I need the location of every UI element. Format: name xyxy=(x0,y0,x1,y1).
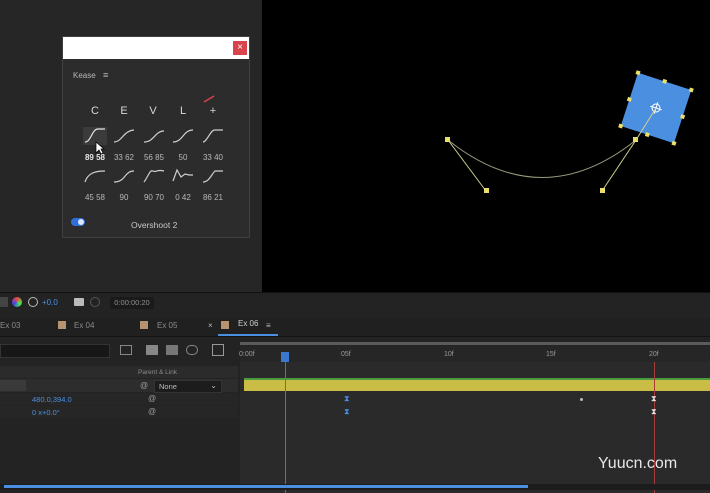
preset-value: 56 85 xyxy=(143,153,165,162)
comp-icon xyxy=(221,321,229,329)
bezier-handle xyxy=(600,188,605,193)
parent-value: None xyxy=(159,382,177,391)
search-input[interactable] xyxy=(0,344,110,358)
active-tab-indicator xyxy=(218,334,278,336)
layer-duration-bar[interactable] xyxy=(244,378,710,391)
red-line-icon xyxy=(203,95,215,103)
expression-icon[interactable]: @ xyxy=(148,407,156,416)
menu-icon[interactable]: ≡ xyxy=(103,70,108,80)
rotation-value[interactable]: 0 x+0.0° xyxy=(32,408,60,417)
tab-ex-03[interactable]: Ex 03 xyxy=(0,321,20,330)
keyframe-icon[interactable]: ⧗ xyxy=(651,394,657,404)
tab-close-icon[interactable]: × xyxy=(208,321,213,330)
end-marker-line xyxy=(654,362,655,493)
aperture-icon[interactable] xyxy=(28,297,38,307)
position-value[interactable]: 480.0,394.0 xyxy=(32,395,72,404)
path-vertex xyxy=(445,137,450,142)
curve-preset-7[interactable] xyxy=(112,167,136,185)
tab-ex-05[interactable]: Ex 05 xyxy=(157,321,177,330)
shy-icon[interactable] xyxy=(146,345,158,355)
preset-value: 45 58 xyxy=(84,193,106,202)
curve-preset-8[interactable] xyxy=(142,167,166,185)
keyframe-icon[interactable]: ⧗ xyxy=(651,407,657,417)
column-headers xyxy=(0,366,238,378)
frame-blend-icon[interactable] xyxy=(166,345,178,355)
watermark: Yuucn.com xyxy=(598,455,678,472)
keyframe-icon[interactable]: ⧗ xyxy=(344,394,350,404)
ruler-tick: 10f xyxy=(444,351,454,358)
curve-preset-6[interactable] xyxy=(83,167,107,185)
bezier-handle xyxy=(484,188,489,193)
panel-titlebar: × xyxy=(63,37,249,59)
curve-preset-10[interactable] xyxy=(201,167,225,185)
curve-preset-5[interactable] xyxy=(201,127,225,145)
motion-path xyxy=(445,70,694,193)
preset-value: 90 xyxy=(119,193,129,202)
header-l[interactable]: L xyxy=(173,105,193,117)
ruler-tick: 05f xyxy=(341,351,351,358)
mouse-cursor-icon xyxy=(95,141,105,155)
pickwhip-icon[interactable]: @ xyxy=(140,381,148,390)
draft-3d-icon[interactable] xyxy=(120,345,132,355)
preset-value: 0 42 xyxy=(175,193,191,202)
graph-editor-icon[interactable] xyxy=(212,344,224,356)
tab-ex-04[interactable]: Ex 04 xyxy=(74,321,94,330)
keyframe-icon[interactable]: ⧗ xyxy=(344,407,350,417)
work-area-bar[interactable] xyxy=(240,342,710,345)
channel-icon[interactable] xyxy=(0,297,8,307)
comp-icon xyxy=(140,321,148,329)
playhead-line[interactable] xyxy=(285,352,286,493)
chevron-down-icon: ⌄ xyxy=(210,381,217,390)
close-button[interactable]: × xyxy=(233,41,247,55)
timeline-toolbar xyxy=(0,292,710,315)
camera-icon[interactable] xyxy=(74,298,84,306)
header-v[interactable]: V xyxy=(143,105,163,117)
composition-viewer[interactable] xyxy=(262,0,710,292)
kease-panel: × Kease ≡ C E V L + 89 58 33 62 56 85 50… xyxy=(62,36,250,238)
ruler-tick: 20f xyxy=(649,351,659,358)
ruler-tick: 15f xyxy=(546,351,556,358)
comp-icon xyxy=(58,321,66,329)
curve-preset-4[interactable] xyxy=(171,127,195,145)
time-ruler[interactable] xyxy=(240,346,710,362)
parent-dropdown[interactable]: None ⌄ xyxy=(154,380,222,393)
preset-value: 33 40 xyxy=(202,153,224,162)
preset-value: 33 62 xyxy=(113,153,135,162)
color-wheel-icon[interactable] xyxy=(12,297,22,307)
status-label: Overshoot 2 xyxy=(131,220,178,230)
preset-value: 86 21 xyxy=(202,193,224,202)
panel-title: Kease xyxy=(73,71,96,80)
region-icon[interactable] xyxy=(90,297,100,307)
header-e[interactable]: E xyxy=(114,105,134,117)
preset-value: 50 xyxy=(178,153,188,162)
ruler-tick: 0:00f xyxy=(239,351,255,358)
exposure-value[interactable]: +0.0 xyxy=(42,298,58,307)
curve-preset-9[interactable] xyxy=(171,167,195,185)
toggle-knob xyxy=(78,219,84,225)
keyframe-dot[interactable] xyxy=(580,398,583,401)
motion-blur-icon[interactable] xyxy=(186,345,198,355)
tab-menu-icon[interactable]: ≡ xyxy=(266,321,271,330)
expression-icon[interactable]: @ xyxy=(148,394,156,403)
add-icon[interactable]: + xyxy=(203,105,223,117)
composition-tabs xyxy=(0,318,710,337)
layer-label-color xyxy=(0,380,26,391)
header-c[interactable]: C xyxy=(85,105,105,117)
tab-ex-06[interactable]: Ex 06 xyxy=(238,319,258,328)
parent-link-header: Parent & Link xyxy=(138,369,178,376)
timecode-display[interactable]: 0:00:00:20 xyxy=(110,297,154,309)
preset-value: 90 70 xyxy=(143,193,165,202)
curve-preset-3[interactable] xyxy=(142,127,166,145)
curve-preset-2[interactable] xyxy=(112,127,136,145)
scrollbar-thumb[interactable] xyxy=(4,485,528,488)
